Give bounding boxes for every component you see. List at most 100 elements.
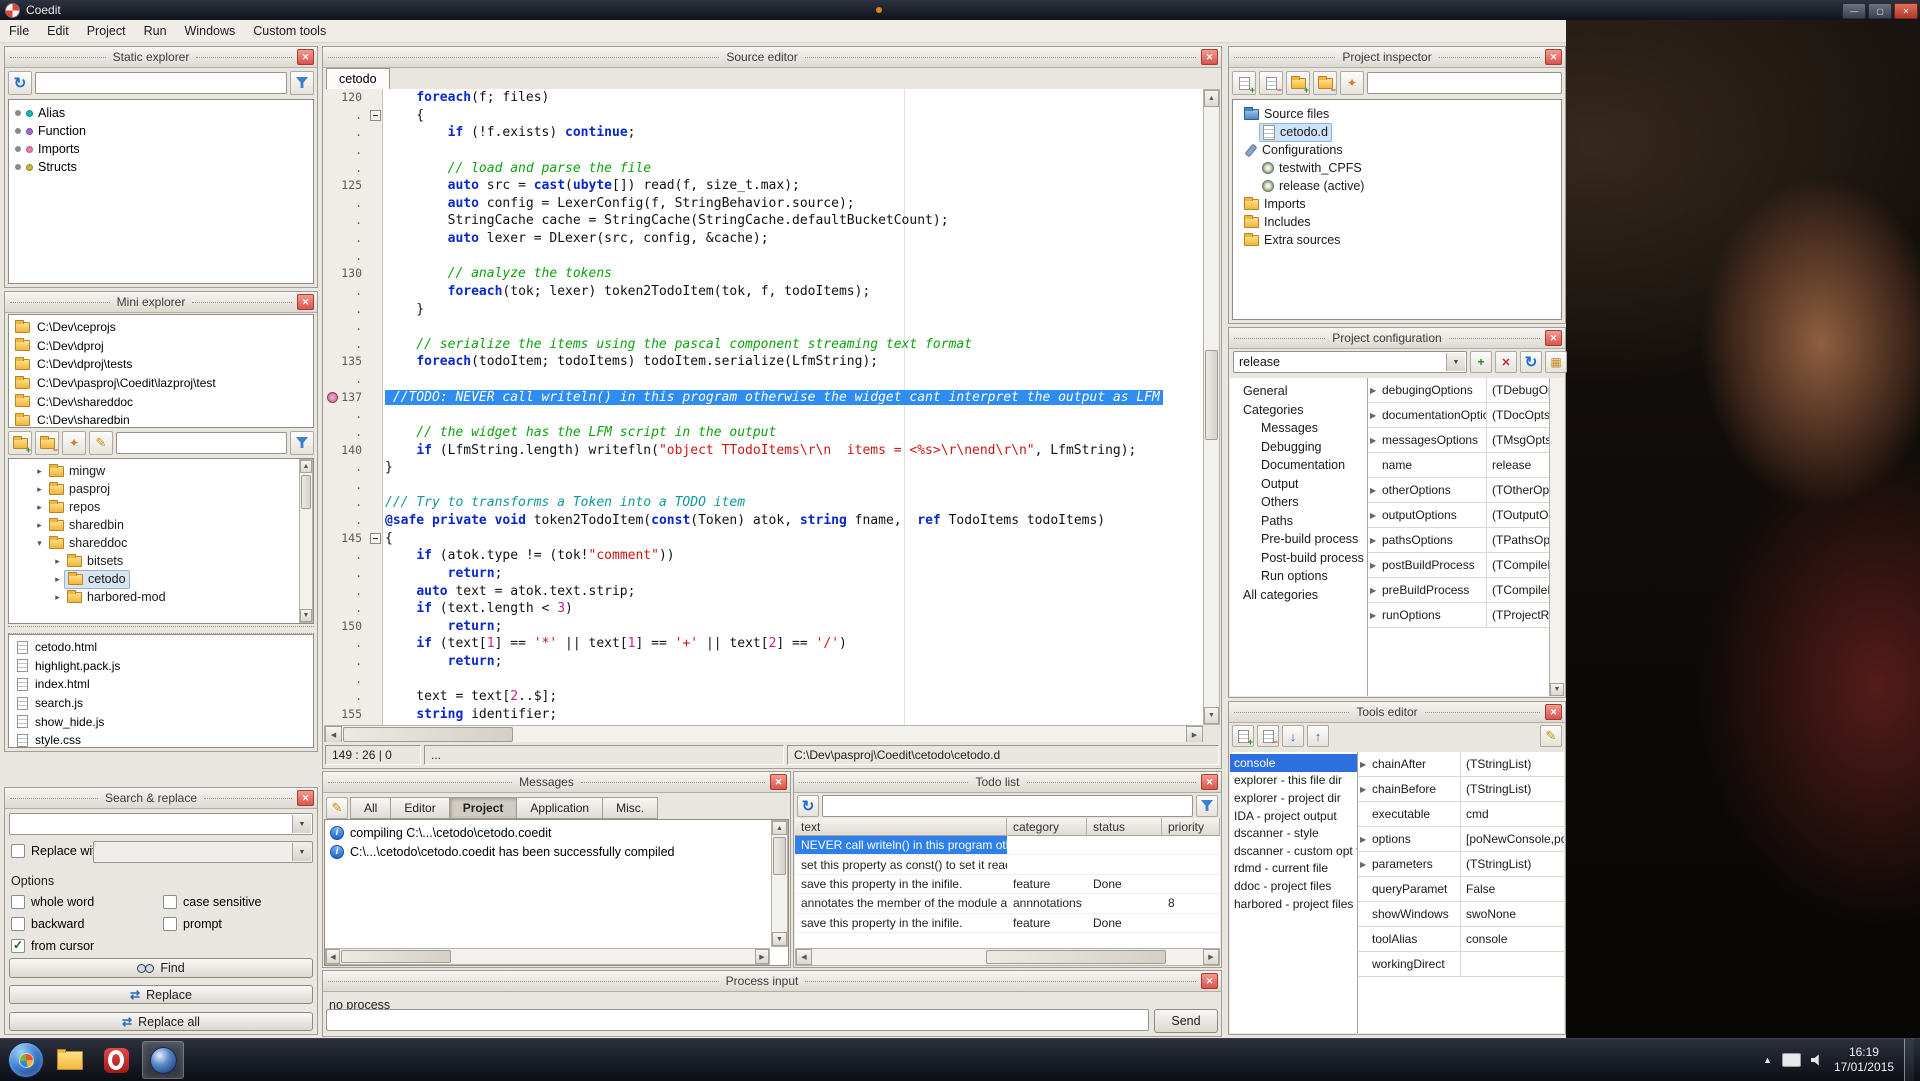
config-category[interactable]: General bbox=[1230, 382, 1367, 401]
todo-column-header[interactable]: priority bbox=[1162, 818, 1220, 835]
scroll-down-button[interactable]: ▼ bbox=[1550, 683, 1564, 696]
filter-button[interactable] bbox=[290, 431, 314, 455]
messages-tab-editor[interactable]: Editor bbox=[390, 797, 449, 819]
chevron-down-icon[interactable]: ▼ bbox=[292, 815, 311, 833]
option-prompt[interactable]: prompt bbox=[163, 913, 315, 935]
checkbox[interactable] bbox=[11, 917, 25, 931]
menu-item-custom-tools[interactable]: Custom tools bbox=[244, 20, 335, 42]
folder-tree-item[interactable]: ▸pasproj bbox=[9, 480, 299, 498]
code-line[interactable]: . bbox=[324, 477, 1203, 495]
property-row[interactable]: ▶options[poNewConsole,poNew bbox=[1358, 827, 1564, 852]
property-value[interactable]: (TOtherOpts) bbox=[1487, 483, 1550, 497]
close-icon[interactable]: ✕ bbox=[1201, 49, 1218, 65]
todo-column-header[interactable]: category bbox=[1007, 818, 1087, 835]
inspector-item[interactable]: release (active) bbox=[1233, 177, 1561, 195]
expander-icon[interactable]: ▶ bbox=[1358, 860, 1372, 869]
grid-scrollbar[interactable]: ▼ bbox=[1549, 378, 1564, 696]
close-icon[interactable]: ✕ bbox=[1545, 330, 1562, 346]
configuration-property-grid[interactable]: ▶debugingOptions(TDebugOpts)▶documentati… bbox=[1368, 378, 1550, 696]
menu-item-run[interactable]: Run bbox=[135, 20, 176, 42]
config-category[interactable]: All categories bbox=[1230, 586, 1367, 605]
scroll-left-button[interactable]: ◀ bbox=[326, 949, 340, 964]
expander-icon[interactable]: ▶ bbox=[1368, 386, 1382, 395]
tool-item[interactable]: dscanner - custom opt for file bbox=[1230, 842, 1357, 860]
splitter[interactable] bbox=[8, 626, 314, 634]
folder-tree-item[interactable]: ▸sharedbin bbox=[9, 516, 299, 534]
symbol-list[interactable]: AliasFunctionImportsStructs bbox=[8, 99, 314, 284]
fold-icon[interactable] bbox=[370, 533, 381, 544]
favorite-folder-item[interactable]: C:\Dev\dproj\tests bbox=[9, 355, 313, 374]
property-row[interactable]: ▶debugingOptions(TDebugOpts) bbox=[1368, 378, 1550, 403]
delete-configuration-button[interactable]: ✕ bbox=[1495, 351, 1517, 373]
favorites-list[interactable]: C:\Dev\ceprojsC:\Dev\dprojC:\Dev\dproj\t… bbox=[8, 314, 314, 428]
menu-item-windows[interactable]: Windows bbox=[176, 20, 245, 42]
run-tool-button[interactable]: ✎ bbox=[1540, 725, 1562, 747]
favorite-folder-item[interactable]: C:\Dev\ceprojs bbox=[9, 318, 313, 337]
tool-item[interactable]: dscanner - style bbox=[1230, 824, 1357, 842]
todo-rows[interactable]: NEVER call writeln() in this program oth… bbox=[795, 836, 1220, 948]
property-value[interactable]: (TStringList) bbox=[1461, 857, 1564, 871]
code-line[interactable]: . bbox=[324, 671, 1203, 689]
property-row[interactable]: showWindowsswoNone bbox=[1358, 902, 1564, 927]
expander-icon[interactable]: ▶ bbox=[1358, 835, 1372, 844]
property-row[interactable]: ▶preBuildProcess(TCompileProc bbox=[1368, 578, 1550, 603]
property-value[interactable]: (TStringList) bbox=[1461, 782, 1564, 796]
property-value[interactable]: (TPathsOpts) bbox=[1487, 533, 1550, 547]
minimize-button[interactable]: — bbox=[1842, 3, 1866, 19]
favorite-folder-item[interactable]: C:\Dev\sharedbin bbox=[9, 411, 313, 428]
add-favorite-button[interactable]: + bbox=[8, 431, 32, 455]
property-row[interactable]: ▶messagesOptions(TMsgOpts) bbox=[1368, 428, 1550, 453]
scroll-right-button[interactable]: ▶ bbox=[755, 949, 769, 964]
todo-row[interactable]: NEVER call writeln() in this program oth… bbox=[795, 836, 1220, 855]
close-icon[interactable]: ✕ bbox=[1545, 49, 1562, 65]
symbol-filter-input[interactable] bbox=[35, 72, 287, 94]
scroll-up-button[interactable]: ▲ bbox=[772, 821, 787, 835]
property-value[interactable]: (TOutputOpts) bbox=[1487, 508, 1550, 522]
property-row[interactable]: toolAliasconsole bbox=[1358, 927, 1564, 952]
folder-tree-item[interactable]: ▸bitsets bbox=[9, 552, 299, 570]
messages-tab-application[interactable]: Application bbox=[516, 797, 603, 819]
code-line[interactable]: 130 // analyze the tokens bbox=[324, 265, 1203, 283]
expander-icon[interactable]: ▶ bbox=[1368, 561, 1382, 570]
code-line[interactable]: . if (text.length < 3) bbox=[324, 600, 1203, 618]
add-source-button[interactable]: + bbox=[1232, 71, 1256, 95]
tree-scrollbar[interactable]: ▲ ▼ bbox=[299, 459, 313, 623]
edit-messages-button[interactable]: ✎ bbox=[326, 797, 348, 819]
code-editor[interactable]: 120 foreach(f; files). {. if (!f.exists)… bbox=[324, 89, 1203, 725]
expander-icon[interactable]: ▸ bbox=[33, 520, 46, 531]
scrollbar-thumb[interactable] bbox=[773, 837, 786, 875]
config-category[interactable]: Categories bbox=[1230, 401, 1367, 420]
chevron-down-icon[interactable]: ▼ bbox=[1446, 353, 1465, 371]
property-row[interactable]: ▶postBuildProcess(TCompileProc bbox=[1368, 553, 1550, 578]
property-row[interactable]: executablecmd bbox=[1358, 802, 1564, 827]
editor-vertical-scrollbar[interactable]: ▲ ▼ bbox=[1203, 89, 1220, 725]
close-icon[interactable]: ✕ bbox=[297, 790, 314, 806]
code-line[interactable]: . text = text[2..$]; bbox=[324, 688, 1203, 706]
todo-row[interactable]: set this property as const() to set it r… bbox=[795, 855, 1220, 874]
code-line[interactable]: . if (text[1] == '*' || text[1] == '+' |… bbox=[324, 635, 1203, 653]
expander-icon[interactable]: ▸ bbox=[33, 502, 46, 513]
tool-property-grid[interactable]: ▶chainAfter(TStringList)▶chainBefore(TSt… bbox=[1358, 752, 1564, 1033]
chevron-down-icon[interactable]: ▼ bbox=[292, 843, 311, 861]
property-value[interactable]: (TCompileProc bbox=[1487, 583, 1550, 597]
config-category[interactable]: Post-build process bbox=[1230, 549, 1367, 568]
messages-list[interactable]: icompiling C:\...\cetodo\cetodo.coeditiC… bbox=[324, 819, 789, 966]
remove-tool-button[interactable]: − bbox=[1257, 725, 1279, 747]
code-line[interactable]: 125 auto src = cast(ubyte[]) read(f, siz… bbox=[324, 177, 1203, 195]
inspector-item[interactable]: Imports bbox=[1233, 195, 1561, 213]
static-explorer-item[interactable]: Alias bbox=[9, 104, 313, 122]
expander-icon[interactable]: ▶ bbox=[1358, 785, 1372, 794]
expander-icon[interactable]: ▶ bbox=[1368, 611, 1382, 620]
todo-horizontal-scrollbar[interactable]: ◀ ▶ bbox=[795, 948, 1220, 966]
configuration-combo[interactable]: release▼ bbox=[1233, 351, 1467, 373]
code-line[interactable]: . bbox=[324, 248, 1203, 266]
file-item[interactable]: cetodo.html bbox=[9, 638, 313, 657]
config-category[interactable]: Output bbox=[1230, 475, 1367, 494]
taskbar-coedit-button[interactable] bbox=[142, 1041, 184, 1079]
property-value[interactable]: (TStringList) bbox=[1461, 757, 1564, 771]
code-line[interactable]: . bbox=[324, 318, 1203, 336]
config-category[interactable]: Others bbox=[1230, 493, 1367, 512]
property-value[interactable]: console bbox=[1461, 932, 1564, 946]
code-line[interactable]: . auto config = LexerConfig(f, StringBeh… bbox=[324, 195, 1203, 213]
code-line[interactable]: . foreach(tok; lexer) token2TodoItem(tok… bbox=[324, 283, 1203, 301]
